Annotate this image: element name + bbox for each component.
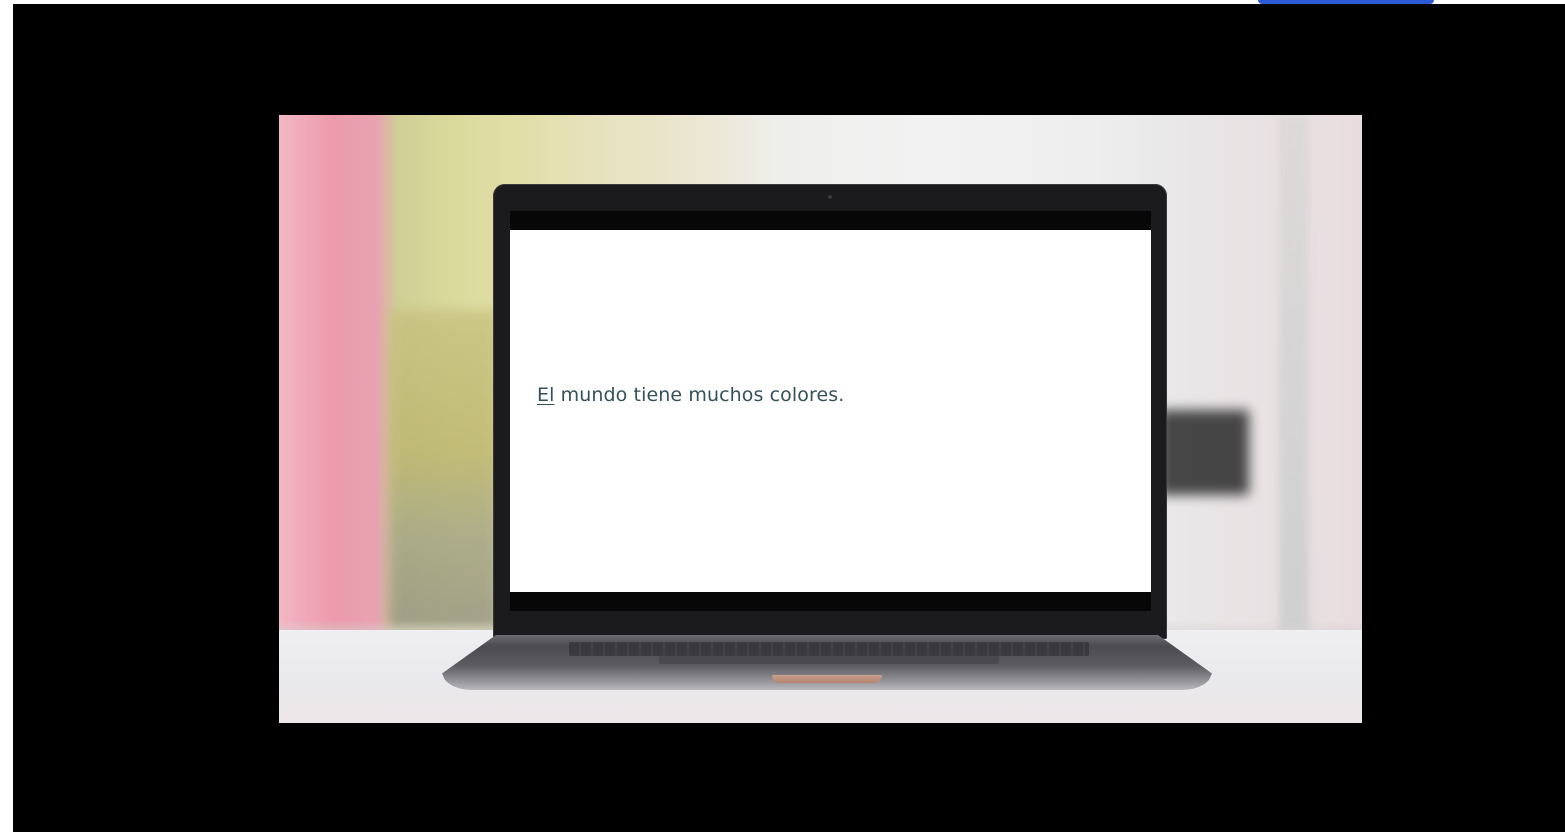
slide-text-first-word: El (537, 384, 555, 406)
camera-icon (828, 195, 832, 199)
corner-tab[interactable] (1258, 0, 1434, 4)
laptop-lid: El mundo tiene muchos colores. (493, 184, 1167, 639)
background-pillar (1279, 115, 1309, 635)
slide-content: El mundo tiene muchos colores. (510, 230, 1151, 592)
background-shelf (389, 310, 499, 630)
laptop-keyboard (569, 642, 1089, 656)
laptop-notch (772, 675, 882, 683)
slide-text: El mundo tiene muchos colores. (537, 384, 844, 406)
video-frame[interactable]: El mundo tiene muchos colores. (279, 115, 1362, 723)
background-counter (1159, 410, 1249, 495)
slide-text-rest: mundo tiene muchos colores. (554, 384, 845, 406)
left-edge (0, 0, 13, 832)
video-stage: El mundo tiene muchos colores. (0, 0, 1565, 832)
laptop-trackpad (659, 656, 999, 664)
